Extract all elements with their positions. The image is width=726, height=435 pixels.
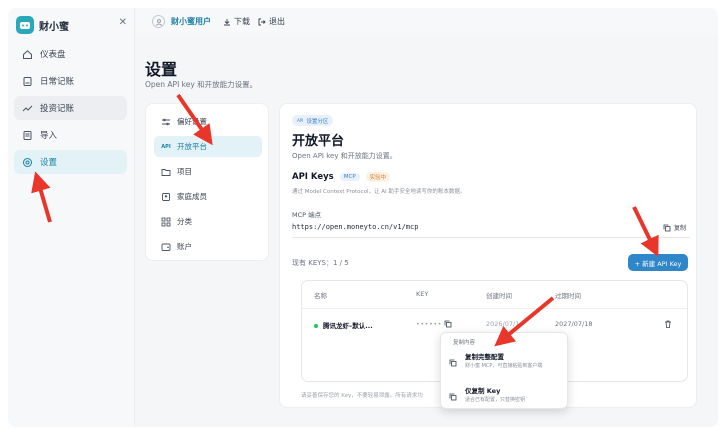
status-dot <box>314 324 318 328</box>
api-icon: API <box>161 143 171 150</box>
sidebar-item-label: 导入 <box>40 131 58 141</box>
footnote: 请妥善保存您的 Key，不要轻易泄露。所有请求均 <box>301 393 423 399</box>
page-title: 设置 <box>145 60 178 79</box>
avatar-icon[interactable] <box>152 15 165 28</box>
key-name: 腾讯龙虾–默认... <box>323 322 373 330</box>
wallet-icon <box>161 242 171 252</box>
copy-icon <box>663 224 671 231</box>
grid-icon <box>161 217 171 227</box>
sidebar-item-label: 日常记账 <box>40 77 75 87</box>
copy-popover: 复制内容 复制完整配置 财小蜜 MCP，可直接粘贴到客户端 仅复制 Key 适合… <box>440 332 568 409</box>
page-subtitle: Open API key 和开放能力设置。 <box>145 80 258 89</box>
settings-nav-item-open-platform[interactable]: API 开放平台 <box>154 136 262 157</box>
brand-logo-icon <box>16 16 34 34</box>
sidebar-item-daily-ledger[interactable]: 日常记账 <box>14 69 127 93</box>
settings-nav-item-accounts[interactable]: 账户 <box>154 236 262 257</box>
sidebar-item-label: 投资记账 <box>40 104 75 114</box>
settings-nav-label: 开放平台 <box>177 142 207 151</box>
mcp-endpoint-field: https://open.moneyto.cn/v1/mcp 复制 <box>292 220 690 238</box>
api-icon: API <box>297 118 304 123</box>
column-header-created: 创建时间 <box>486 292 512 300</box>
settings-nav-label: 偏好设置 <box>177 117 207 126</box>
sidebar: 财小蜜 ✕ 仪表盘 日常记账 投资记账 导入 设置 <box>8 8 135 427</box>
settings-nav-label: 账户 <box>177 242 192 251</box>
logout-icon <box>258 18 266 25</box>
settings-nav-item-categories[interactable]: 分类 <box>154 211 262 232</box>
copy-key-only-label: 仅复制 Key <box>465 387 501 395</box>
expires-date: 2027/07/18 <box>555 320 593 328</box>
popover-title: 复制内容 <box>453 340 476 346</box>
settings-nav-item-projects[interactable]: 项目 <box>154 161 262 182</box>
topbar: 财小蜜用户 下载 退出 <box>136 8 718 35</box>
sliders-icon <box>161 117 171 127</box>
copy-full-config-option[interactable]: 复制完整配置 财小蜜 MCP，可直接粘贴到客户端 <box>449 351 565 371</box>
trending-icon <box>22 103 33 114</box>
copy-key-icon[interactable] <box>444 320 452 330</box>
sidebar-item-import[interactable]: 导入 <box>14 123 127 147</box>
masked-key: •••••• <box>416 320 443 328</box>
sidebar-item-dashboard[interactable]: 仪表盘 <box>14 42 127 66</box>
mcp-endpoint-label: MCP 端点 <box>292 211 322 219</box>
import-icon <box>22 130 33 141</box>
column-header-name: 名称 <box>314 292 327 300</box>
download-label: 下载 <box>234 17 250 26</box>
close-icon[interactable]: ✕ <box>119 17 127 28</box>
gear-icon <box>22 157 33 168</box>
created-date: 2026/07/1 <box>486 320 520 328</box>
logout-button[interactable]: 退出 <box>258 16 285 27</box>
keys-count: 现有 KEYS：1 / 5 <box>292 259 349 267</box>
settings-nav-item-family[interactable]: 家庭成员 <box>154 186 262 207</box>
user-name[interactable]: 财小蜜用户 <box>171 16 211 27</box>
member-icon <box>161 192 171 202</box>
settings-nav-label: 分类 <box>177 217 192 226</box>
mcp-endpoint-url[interactable]: https://open.moneyto.cn/v1/mcp <box>292 223 418 231</box>
new-api-key-button[interactable]: + 新建 API Key <box>628 254 688 271</box>
column-header-key: KEY <box>416 290 429 298</box>
settings-nav: 偏好设置 API 开放平台 项目 家庭成员 分类 账户 <box>145 103 269 261</box>
table-header: 名称 KEY 创建时间 过期时间 <box>302 281 687 309</box>
copy-full-config-desc: 财小蜜 MCP，可直接粘贴到客户端 <box>465 363 543 369</box>
section-tag-label: 设置分区 <box>306 118 329 125</box>
settings-nav-item-preferences[interactable]: 偏好设置 <box>154 111 262 132</box>
api-description: 通过 Model Context Protocol，让 AI 助手安全地读写你的… <box>292 189 466 195</box>
copy-label: 复制 <box>673 225 686 232</box>
brand-name: 财小蜜 <box>39 21 69 33</box>
card-subtitle: Open API key 和开放能力设置。 <box>292 152 397 160</box>
mcp-badge: MCP <box>339 173 360 181</box>
sidebar-item-investment[interactable]: 投资记账 <box>14 96 127 120</box>
copy-key-only-option[interactable]: 仅复制 Key 适合已有配置，只替换密钥 <box>449 385 565 405</box>
key-name-cell: 腾讯龙虾–默认... <box>314 320 373 330</box>
settings-nav-label: 家庭成员 <box>177 192 207 201</box>
sidebar-item-label: 设置 <box>40 158 58 168</box>
copy-full-config-label: 复制完整配置 <box>465 353 504 361</box>
column-header-expires: 过期时间 <box>555 292 581 300</box>
logout-label: 退出 <box>269 17 285 26</box>
section-tag: API 设置分区 <box>292 115 334 126</box>
ledger-icon <box>22 76 33 87</box>
copy-key-only-desc: 适合已有配置，只替换密钥 <box>465 397 526 403</box>
download-icon <box>224 18 230 25</box>
settings-nav-label: 项目 <box>177 167 192 176</box>
download-button[interactable]: 下载 <box>223 16 250 27</box>
beta-badge: 实验中 <box>365 172 391 182</box>
copy-icon <box>449 352 459 371</box>
sidebar-item-settings[interactable]: 设置 <box>14 150 127 174</box>
card-title: 开放平台 <box>292 134 345 149</box>
api-keys-heading: API Keys MCP 实验中 <box>292 172 391 182</box>
folder-icon <box>161 167 171 177</box>
delete-icon[interactable] <box>664 320 672 330</box>
copy-icon <box>449 386 459 405</box>
api-keys-title: API Keys <box>292 172 334 182</box>
brand: 财小蜜 ✕ <box>16 14 131 36</box>
home-icon <box>22 49 33 60</box>
copy-endpoint-button[interactable]: 复制 <box>663 223 686 232</box>
sidebar-item-label: 仪表盘 <box>40 50 66 60</box>
